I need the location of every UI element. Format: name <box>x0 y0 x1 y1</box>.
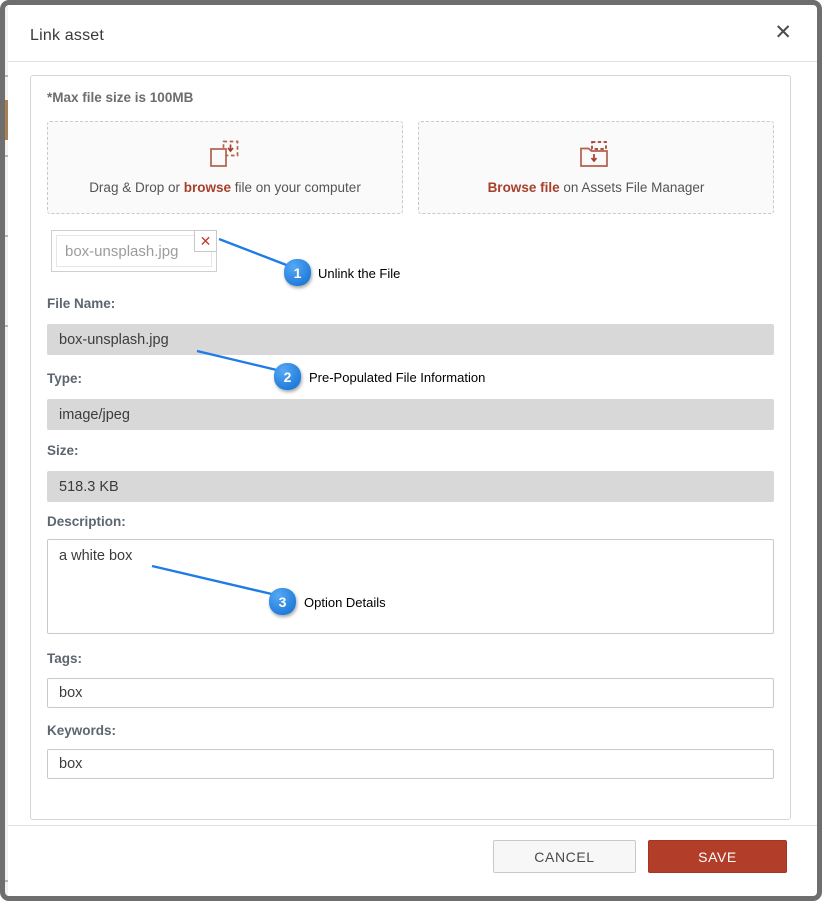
annotation-badge-1: 1 <box>284 259 311 286</box>
linked-file-chip: box-unsplash.jpg ✕ <box>51 230 217 272</box>
link-asset-dialog: Link asset ✕ *Max file size is 100MB Dra… <box>8 5 817 896</box>
close-icon[interactable]: ✕ <box>774 22 792 43</box>
type-label: Type: <box>47 371 82 386</box>
dropzone-assets-text: Browse file on Assets File Manager <box>488 180 705 195</box>
dropzone-assets-manager[interactable]: Browse file on Assets File Manager <box>418 121 774 214</box>
folder-import-icon <box>579 140 613 171</box>
dropzone-row: Drag & Drop or browse file on your compu… <box>47 121 774 214</box>
keywords-label: Keywords: <box>47 723 116 738</box>
description-label: Description: <box>47 514 126 529</box>
upload-file-icon <box>209 140 241 171</box>
type-field: image/jpeg <box>47 399 774 430</box>
annotation-badge-3: 3 <box>269 588 296 615</box>
annotation-label-1: Unlink the File <box>318 266 400 281</box>
file-name-field: box-unsplash.jpg <box>47 324 774 355</box>
unlink-file-icon[interactable]: ✕ <box>194 230 217 252</box>
browse-file-link[interactable]: Browse file <box>488 180 560 195</box>
dialog-title: Link asset <box>30 27 104 45</box>
description-textarea[interactable]: a white box <box>47 539 774 634</box>
linked-file-name: box-unsplash.jpg <box>56 235 212 267</box>
max-file-size-note: *Max file size is 100MB <box>47 90 193 105</box>
cancel-button[interactable]: CANCEL <box>493 840 636 873</box>
annotation-label-3: Option Details <box>304 595 386 610</box>
annotation-label-2: Pre-Populated File Information <box>309 370 485 385</box>
tags-input[interactable] <box>47 678 774 708</box>
browse-link[interactable]: browse <box>184 180 231 195</box>
footer-divider <box>8 825 817 826</box>
dropzone-local-text: Drag & Drop or browse file on your compu… <box>89 180 361 195</box>
dialog-footer: CANCEL SAVE <box>493 840 787 873</box>
annotation-badge-2: 2 <box>274 363 301 390</box>
dropzone-local-file[interactable]: Drag & Drop or browse file on your compu… <box>47 121 403 214</box>
tags-label: Tags: <box>47 651 82 666</box>
size-field: 518.3 KB <box>47 471 774 502</box>
size-label: Size: <box>47 443 79 458</box>
keywords-input[interactable] <box>47 749 774 779</box>
file-name-label: File Name: <box>47 296 115 311</box>
header-divider <box>8 61 817 62</box>
save-button[interactable]: SAVE <box>648 840 787 873</box>
dialog-body: *Max file size is 100MB Drag & Drop or b… <box>30 75 791 820</box>
